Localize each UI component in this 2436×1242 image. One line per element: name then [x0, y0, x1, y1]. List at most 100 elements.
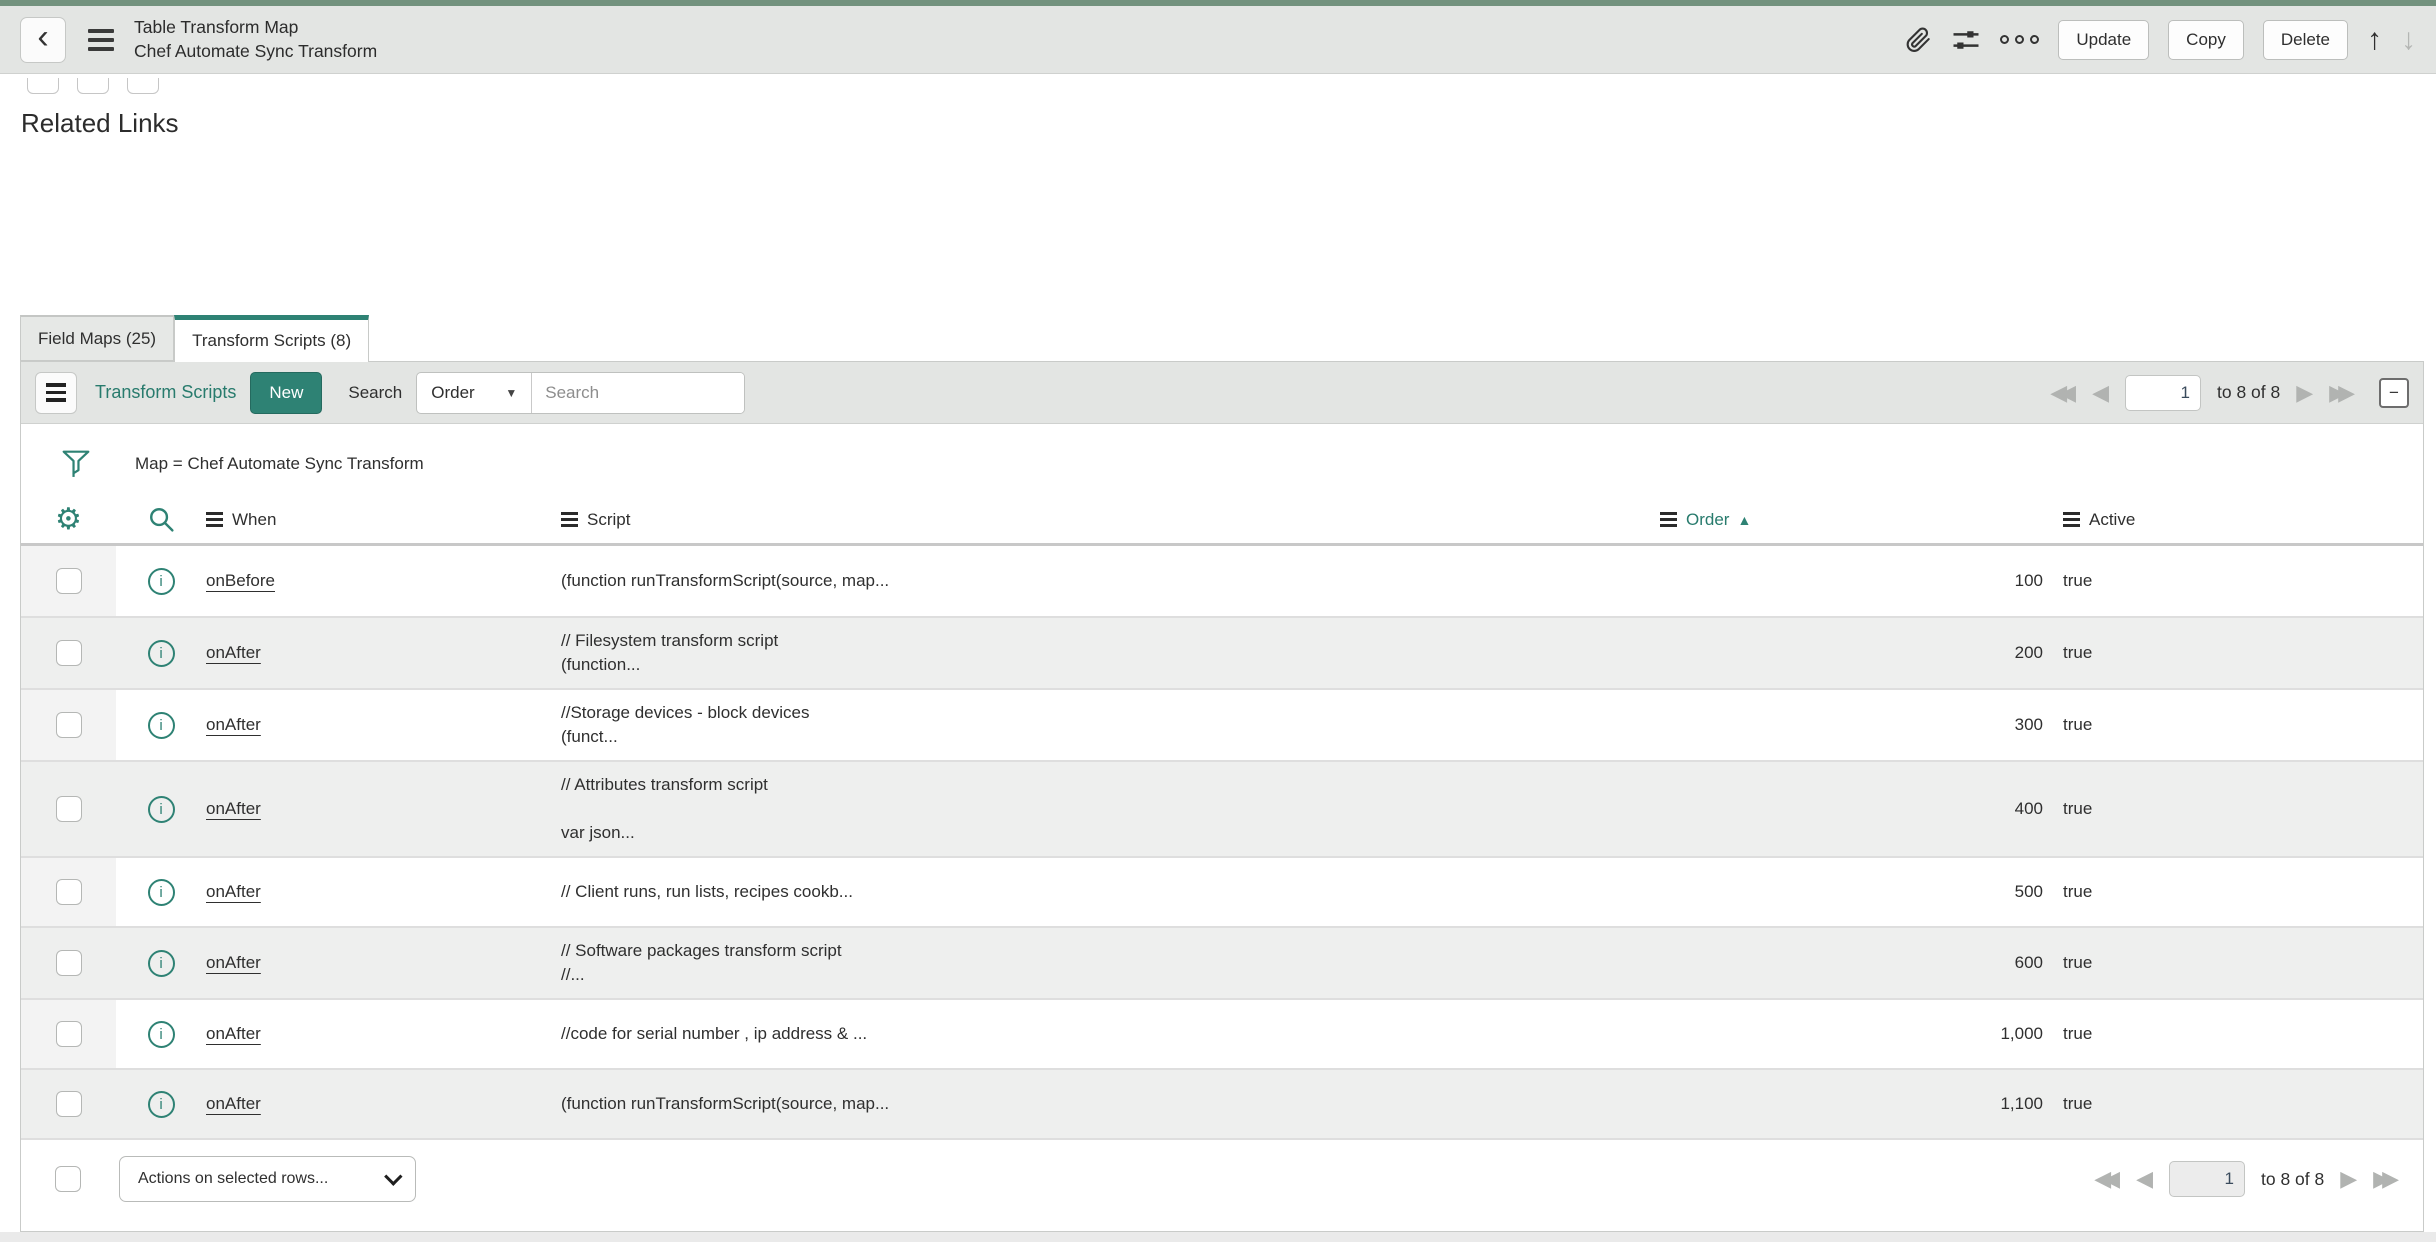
record-name-subtitle: Chef Automate Sync Transform [134, 40, 378, 61]
script-cell: (function runTransformScript(source, map… [561, 571, 890, 590]
search-group: Order ▼ [416, 371, 746, 414]
actions-select[interactable]: Actions on selected rows... [119, 1156, 416, 1202]
sort-ascending-icon: ▲ [1737, 511, 1752, 528]
attachment-icon[interactable] [1904, 26, 1932, 54]
related-links-heading: Related Links [21, 108, 179, 138]
clipped-form-button[interactable] [77, 78, 109, 94]
back-button[interactable]: ‹ [20, 16, 66, 63]
active-cell: true [2063, 799, 2093, 818]
order-cell: 200 [2014, 643, 2043, 662]
record-header: ‹ Table Transform Map Chef Automate Sync… [0, 6, 2436, 74]
record-title-block: Table Transform Map Chef Automate Sync T… [134, 16, 377, 62]
first-page-icon[interactable]: ◀◀ [2050, 381, 2076, 404]
actions-select-value: Actions on selected rows... [138, 1170, 329, 1187]
script-cell: (function runTransformScript(source, map… [561, 1094, 890, 1113]
row-checkbox[interactable] [55, 640, 82, 666]
when-link[interactable]: onAfter [206, 643, 261, 662]
row-checkbox[interactable] [55, 568, 82, 594]
info-icon[interactable] [147, 567, 175, 595]
search-input[interactable] [532, 372, 745, 413]
column-search-icon[interactable] [147, 505, 176, 534]
active-cell: true [2063, 571, 2093, 590]
clipped-form-button[interactable] [27, 78, 59, 94]
active-cell: true [2063, 1024, 2093, 1043]
column-header-when[interactable]: When [206, 510, 561, 530]
context-menu-icon[interactable] [88, 28, 114, 51]
page-number-input[interactable] [2124, 374, 2201, 411]
when-link[interactable]: onAfter [206, 953, 261, 972]
when-link[interactable]: onAfter [206, 715, 261, 734]
related-list-tab[interactable]: Transform Scripts (8) [174, 315, 370, 362]
script-cell: // Client runs, run lists, recipes cookb… [561, 882, 853, 901]
chevron-down-icon [384, 1166, 403, 1186]
column-header-active[interactable]: Active [2043, 510, 2423, 530]
list-filter-row: Map = Chef Automate Sync Transform [21, 424, 2423, 496]
when-link[interactable]: onAfter [206, 799, 261, 818]
select-all-checkbox[interactable] [55, 1166, 81, 1192]
last-page-icon[interactable]: ▶▶ [2373, 1168, 2399, 1190]
table-row: onAfter //code for serial number , ip ad… [21, 998, 2423, 1068]
list-rows: onBefore (function runTransformScript(so… [21, 546, 2423, 1138]
column-header-order[interactable]: Order ▲ [1660, 510, 2043, 530]
delete-button[interactable]: Delete [2262, 19, 2348, 60]
column-menu-icon[interactable] [2063, 512, 2080, 527]
list-header: Transform Scripts New Search Order ▼ ◀◀ … [21, 362, 2423, 424]
first-page-icon[interactable]: ◀◀ [2094, 1168, 2120, 1190]
row-checkbox[interactable] [55, 712, 82, 738]
filter-breadcrumb[interactable]: Map = Chef Automate Sync Transform [135, 454, 424, 474]
previous-page-icon[interactable]: ◀ [2136, 1168, 2153, 1190]
update-button[interactable]: Update [2058, 19, 2150, 60]
filter-icon[interactable] [61, 448, 91, 480]
info-icon[interactable] [147, 639, 175, 667]
previous-page-icon[interactable]: ◀ [2092, 381, 2109, 404]
copy-button[interactable]: Copy [2168, 19, 2244, 60]
info-icon[interactable] [147, 795, 175, 823]
collapse-list-icon[interactable]: − [2379, 377, 2409, 408]
list-menu-icon[interactable] [35, 371, 77, 414]
info-icon[interactable] [147, 949, 175, 977]
info-icon[interactable] [147, 1090, 175, 1118]
script-cell: // Filesystem transform script (function.… [561, 631, 779, 674]
previous-record-icon[interactable]: ↑ [2367, 24, 2382, 55]
more-options-icon[interactable] [2000, 35, 2040, 44]
bottom-pagination: ◀◀ ◀ to 8 of 8 ▶ ▶▶ [2094, 1161, 2399, 1197]
when-link[interactable]: onAfter [206, 1024, 261, 1043]
clipped-form-button[interactable] [127, 78, 159, 94]
when-link[interactable]: onBefore [206, 571, 275, 590]
row-checkbox[interactable] [55, 796, 82, 822]
search-field-select[interactable]: Order ▼ [417, 372, 533, 413]
info-icon[interactable] [147, 711, 175, 739]
new-button[interactable]: New [250, 371, 323, 414]
active-cell: true [2063, 953, 2093, 972]
row-range-text: to 8 of 8 [2216, 382, 2281, 402]
page: ‹ Table Transform Map Chef Automate Sync… [0, 0, 2436, 1242]
last-page-icon[interactable]: ▶▶ [2329, 381, 2355, 404]
order-cell: 500 [2014, 882, 2043, 901]
info-icon[interactable] [147, 1020, 175, 1048]
column-menu-icon[interactable] [206, 512, 223, 527]
row-checkbox[interactable] [55, 950, 82, 976]
personalize-form-icon[interactable] [1951, 25, 1981, 55]
table-row: onAfter // Client runs, run lists, recip… [21, 856, 2423, 926]
when-link[interactable]: onAfter [206, 882, 261, 901]
info-icon[interactable] [147, 878, 175, 906]
column-menu-icon[interactable] [1660, 512, 1677, 527]
column-menu-icon[interactable] [561, 512, 578, 527]
next-page-icon[interactable]: ▶ [2340, 1168, 2357, 1190]
related-list-tab[interactable]: Field Maps (25) [20, 315, 175, 361]
when-link[interactable]: onAfter [206, 1094, 261, 1113]
row-checkbox[interactable] [55, 1091, 82, 1117]
record-type-title: Table Transform Map [134, 17, 299, 38]
column-header-script[interactable]: Script [561, 510, 1660, 530]
form-content: Related Links Field Maps (25) Transform … [0, 74, 2436, 1242]
next-record-icon[interactable]: ↓ [2401, 24, 2416, 55]
active-cell: true [2063, 882, 2093, 901]
select-dropdown-icon: ▼ [505, 385, 518, 400]
transform-scripts-list: Transform Scripts New Search Order ▼ ◀◀ … [20, 361, 2424, 1232]
page-number-input[interactable] [2168, 1161, 2245, 1197]
row-checkbox[interactable] [55, 879, 82, 905]
row-checkbox[interactable] [55, 1021, 82, 1047]
list-personalize-gear-icon[interactable]: ⚙ [55, 504, 82, 535]
order-cell: 1,100 [2000, 1094, 2043, 1113]
next-page-icon[interactable]: ▶ [2296, 381, 2313, 404]
